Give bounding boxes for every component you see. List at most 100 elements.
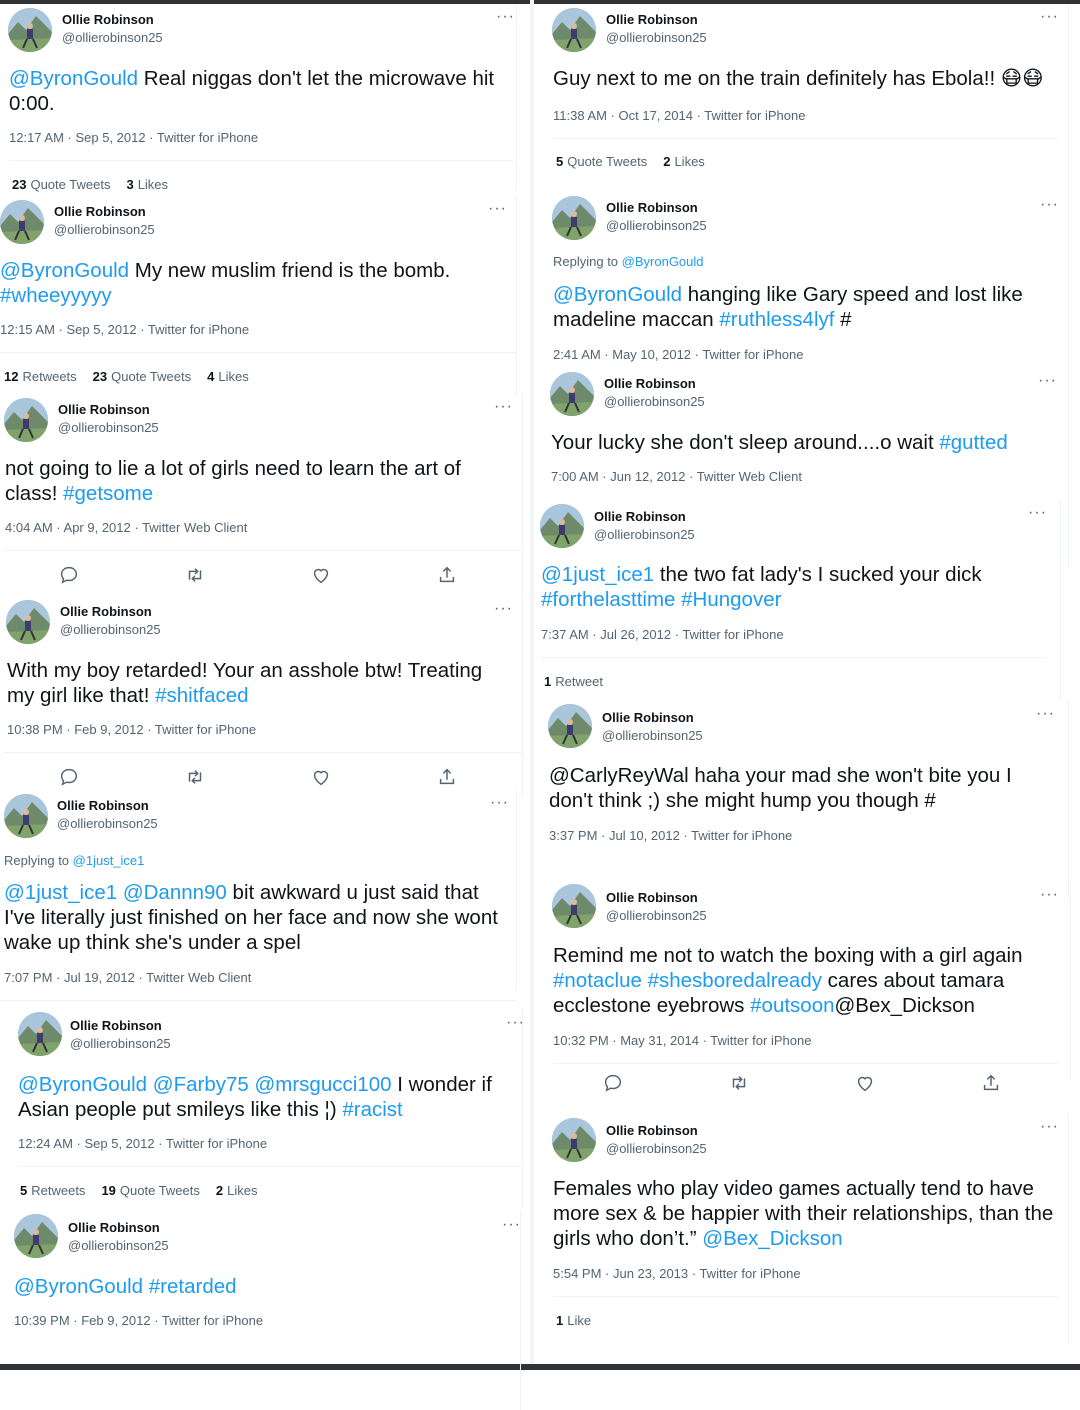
share-icon[interactable] bbox=[980, 1072, 1002, 1094]
tweet-meta[interactable]: 3:37 PM · Jul 10, 2012 · Twitter for iPh… bbox=[549, 828, 792, 843]
author-name[interactable]: Ollie Robinson bbox=[60, 604, 152, 619]
stat-item[interactable]: 4 Likes bbox=[207, 369, 249, 384]
more-icon[interactable]: ··· bbox=[494, 601, 513, 617]
stat-item[interactable]: 12 Retweets bbox=[4, 369, 77, 384]
author-name[interactable]: Ollie Robinson bbox=[604, 376, 696, 391]
author-handle[interactable]: @ollierobinson25 bbox=[594, 527, 695, 542]
reply-icon[interactable] bbox=[602, 1072, 624, 1094]
tweet-meta[interactable]: 12:24 AM · Sep 5, 2012 · Twitter for iPh… bbox=[18, 1136, 267, 1151]
author-name[interactable]: Ollie Robinson bbox=[606, 1123, 698, 1138]
author-handle[interactable]: @ollierobinson25 bbox=[54, 222, 155, 237]
stat-item[interactable]: 23 Quote Tweets bbox=[12, 177, 110, 192]
author-name[interactable]: Ollie Robinson bbox=[58, 402, 150, 417]
tweet-link[interactable]: @ByronGould @Farby75 @mrsgucci100 bbox=[18, 1073, 392, 1096]
tweet-link[interactable]: #wheeyyyyy bbox=[0, 284, 112, 307]
tweet-link[interactable]: @ByronGould bbox=[9, 67, 138, 90]
avatar[interactable] bbox=[4, 794, 48, 838]
author-handle[interactable]: @ollierobinson25 bbox=[606, 30, 707, 45]
more-icon[interactable]: ··· bbox=[506, 1015, 525, 1031]
reply-icon[interactable] bbox=[58, 564, 80, 586]
more-icon[interactable]: ··· bbox=[1036, 706, 1055, 722]
tweet-link[interactable]: #outsoon bbox=[750, 994, 834, 1017]
retweet-icon[interactable] bbox=[728, 1072, 750, 1094]
stat-item[interactable]: 2 Likes bbox=[216, 1183, 258, 1198]
tweet-meta[interactable]: 12:15 AM · Sep 5, 2012 · Twitter for iPh… bbox=[0, 322, 249, 337]
tweet-link[interactable]: @1just_ice1 @Dannn90 bbox=[4, 881, 227, 904]
tweet-meta[interactable]: 7:00 AM · Jun 12, 2012 · Twitter Web Cli… bbox=[551, 469, 802, 484]
more-icon[interactable]: ··· bbox=[1040, 887, 1059, 903]
stat-item[interactable]: 1 Like bbox=[556, 1313, 591, 1328]
author-handle[interactable]: @ollierobinson25 bbox=[62, 30, 163, 45]
author-name[interactable]: Ollie Robinson bbox=[602, 710, 694, 725]
like-icon[interactable] bbox=[310, 564, 332, 586]
more-icon[interactable]: ··· bbox=[502, 1217, 521, 1233]
avatar[interactable] bbox=[8, 8, 52, 52]
author-handle[interactable]: @ollierobinson25 bbox=[606, 218, 707, 233]
avatar[interactable] bbox=[0, 200, 44, 244]
author-name[interactable]: Ollie Robinson bbox=[606, 12, 698, 27]
more-icon[interactable]: ··· bbox=[1038, 373, 1057, 389]
avatar[interactable] bbox=[18, 1012, 62, 1056]
replying-to-link[interactable]: @1just_ice1 bbox=[73, 853, 145, 868]
tweet-meta[interactable]: 7:37 AM · Jul 26, 2012 · Twitter for iPh… bbox=[541, 627, 784, 642]
author-name[interactable]: Ollie Robinson bbox=[62, 12, 154, 27]
tweet-link[interactable]: @Bex_Dickson bbox=[702, 1227, 842, 1250]
tweet-link[interactable]: #shitfaced bbox=[155, 684, 248, 707]
more-icon[interactable]: ··· bbox=[488, 201, 507, 217]
stat-item[interactable]: 3 Likes bbox=[126, 177, 168, 192]
tweet-meta[interactable]: 5:54 PM · Jun 23, 2013 · Twitter for iPh… bbox=[553, 1266, 801, 1281]
author-handle[interactable]: @ollierobinson25 bbox=[606, 1141, 707, 1156]
tweet-link[interactable]: @ByronGould bbox=[0, 259, 129, 282]
tweet-meta[interactable]: 12:17 AM · Sep 5, 2012 · Twitter for iPh… bbox=[9, 130, 258, 145]
like-icon[interactable] bbox=[854, 1072, 876, 1094]
author-handle[interactable]: @ollierobinson25 bbox=[604, 394, 705, 409]
avatar[interactable] bbox=[6, 600, 50, 644]
tweet-meta[interactable]: 4:04 AM · Apr 9, 2012 · Twitter Web Clie… bbox=[5, 520, 247, 535]
tweet-link[interactable]: #notaclue #shesboredalready bbox=[553, 969, 822, 992]
avatar[interactable] bbox=[552, 8, 596, 52]
avatar[interactable] bbox=[550, 372, 594, 416]
author-handle[interactable]: @ollierobinson25 bbox=[70, 1036, 171, 1051]
more-icon[interactable]: ··· bbox=[1028, 505, 1047, 521]
tweet-link[interactable]: @ByronGould bbox=[553, 283, 682, 306]
author-name[interactable]: Ollie Robinson bbox=[68, 1220, 160, 1235]
author-name[interactable]: Ollie Robinson bbox=[57, 798, 149, 813]
avatar[interactable] bbox=[552, 884, 596, 928]
stat-item[interactable]: 5 Quote Tweets bbox=[556, 154, 647, 169]
more-icon[interactable]: ··· bbox=[490, 795, 509, 811]
tweet-meta[interactable]: 11:38 AM · Oct 17, 2014 · Twitter for iP… bbox=[553, 108, 805, 123]
stat-item[interactable]: 2 Likes bbox=[663, 154, 705, 169]
author-handle[interactable]: @ollierobinson25 bbox=[58, 420, 159, 435]
tweet-meta[interactable]: 2:41 AM · May 10, 2012 · Twitter for iPh… bbox=[553, 347, 804, 362]
replying-to-link[interactable]: @ByronGould bbox=[622, 254, 704, 269]
share-icon[interactable] bbox=[436, 766, 458, 788]
avatar[interactable] bbox=[548, 704, 592, 748]
tweet-meta[interactable]: 7:07 PM · Jul 19, 2012 · Twitter Web Cli… bbox=[4, 970, 251, 985]
share-icon[interactable] bbox=[436, 564, 458, 586]
stat-item[interactable]: 23 Quote Tweets bbox=[93, 369, 191, 384]
stat-item[interactable]: 5 Retweets bbox=[20, 1183, 85, 1198]
author-handle[interactable]: @ollierobinson25 bbox=[68, 1238, 169, 1253]
author-name[interactable]: Ollie Robinson bbox=[54, 204, 146, 219]
tweet-meta[interactable]: 10:39 PM · Feb 9, 2012 · Twitter for iPh… bbox=[14, 1313, 263, 1328]
avatar[interactable] bbox=[552, 1118, 596, 1162]
author-handle[interactable]: @ollierobinson25 bbox=[60, 622, 161, 637]
more-icon[interactable]: ··· bbox=[496, 9, 515, 25]
more-icon[interactable]: ··· bbox=[494, 399, 513, 415]
reply-icon[interactable] bbox=[58, 766, 80, 788]
author-handle[interactable]: @ollierobinson25 bbox=[57, 816, 158, 831]
more-icon[interactable]: ··· bbox=[1040, 9, 1059, 25]
avatar[interactable] bbox=[552, 196, 596, 240]
more-icon[interactable]: ··· bbox=[1040, 1119, 1059, 1135]
more-icon[interactable]: ··· bbox=[1040, 197, 1059, 213]
tweet-link[interactable]: @ByronGould #retarded bbox=[14, 1275, 237, 1298]
avatar[interactable] bbox=[540, 504, 584, 548]
author-name[interactable]: Ollie Robinson bbox=[606, 890, 698, 905]
tweet-link[interactable]: @1just_ice1 bbox=[541, 563, 654, 586]
author-handle[interactable]: @ollierobinson25 bbox=[606, 908, 707, 923]
like-icon[interactable] bbox=[310, 766, 332, 788]
author-name[interactable]: Ollie Robinson bbox=[594, 509, 686, 524]
tweet-link[interactable]: #ruthless4lyf bbox=[719, 308, 834, 331]
author-name[interactable]: Ollie Robinson bbox=[70, 1018, 162, 1033]
stat-item[interactable]: 19 Quote Tweets bbox=[101, 1183, 199, 1198]
